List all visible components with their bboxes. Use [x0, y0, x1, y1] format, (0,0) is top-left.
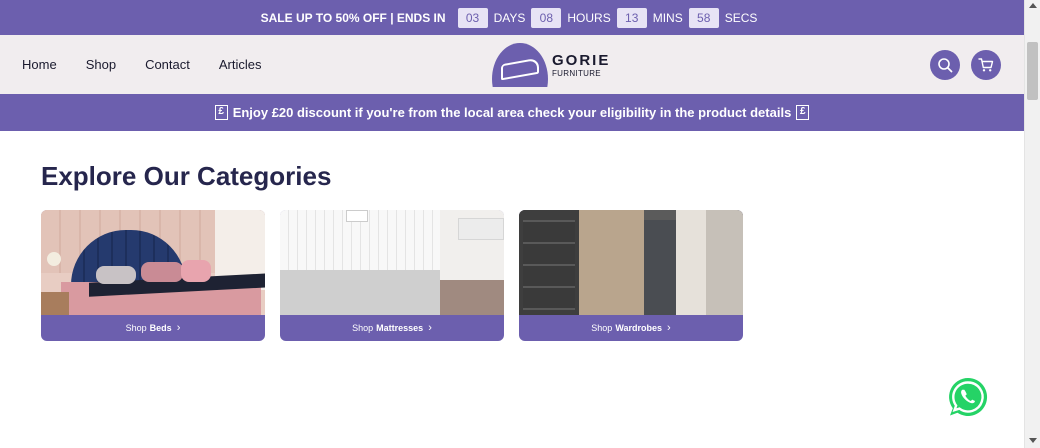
- shop-beds-prefix: Shop: [125, 323, 147, 333]
- beds-image: [41, 210, 265, 315]
- shop-mattresses-prefix: Shop: [352, 323, 374, 333]
- scrollbar-thumb[interactable]: [1027, 42, 1038, 100]
- countdown-days-value: 03: [457, 7, 488, 28]
- promo-text: Enjoy £20 discount if you're from the lo…: [232, 105, 792, 120]
- category-card-wardrobes[interactable]: Shop Wardrobes ›: [519, 210, 743, 341]
- whatsapp-icon: [949, 377, 988, 416]
- scroll-up-arrow-icon[interactable]: [1029, 3, 1037, 8]
- pound-icon-left: £: [214, 105, 228, 120]
- whatsapp-chat-button[interactable]: [947, 376, 989, 418]
- logo-bed-icon: [492, 43, 548, 87]
- countdown-days-label: DAYS: [493, 10, 526, 25]
- nav-contact[interactable]: Contact: [145, 57, 190, 72]
- shop-mattresses-link[interactable]: Shop Mattresses ›: [280, 315, 504, 341]
- scroll-down-arrow-icon[interactable]: [1029, 438, 1037, 443]
- search-button[interactable]: [930, 50, 960, 80]
- local-discount-banner: £ Enjoy £20 discount if you're from the …: [0, 94, 1024, 131]
- countdown-secs-label: SECS: [724, 10, 758, 25]
- shop-wardrobes-name: Wardrobes: [615, 323, 663, 333]
- site-header: Home Shop Contact Articles GORIE FURNITU…: [0, 35, 1024, 94]
- shop-mattresses-name: Mattresses: [376, 323, 424, 333]
- sale-text: SALE UP TO 50% OFF | ENDS IN: [260, 10, 446, 25]
- main-nav: Home Shop Contact Articles: [22, 57, 291, 72]
- category-card-beds[interactable]: Shop Beds ›: [41, 210, 265, 341]
- countdown-mins-label: MINS: [652, 10, 683, 25]
- shop-beds-link[interactable]: Shop Beds ›: [41, 315, 265, 341]
- wardrobes-image: [519, 210, 743, 315]
- pound-icon-right: £: [796, 105, 810, 120]
- categories-title: Explore Our Categories: [41, 161, 332, 191]
- shop-beds-name: Beds: [149, 323, 172, 333]
- logo-subtitle: FURNITURE: [552, 69, 601, 78]
- sale-countdown-bar: SALE UP TO 50% OFF | ENDS IN 03 DAYS 08 …: [0, 0, 1024, 35]
- cart-button[interactable]: [971, 50, 1001, 80]
- shop-wardrobes-link[interactable]: Shop Wardrobes ›: [519, 315, 743, 341]
- search-icon: [938, 58, 953, 73]
- nav-shop[interactable]: Shop: [86, 57, 116, 72]
- mattresses-image: [280, 210, 504, 315]
- countdown-hours-label: HOURS: [567, 10, 611, 25]
- logo-text: GORIE FURNITURE: [552, 53, 610, 79]
- page-scrollbar[interactable]: [1024, 0, 1040, 448]
- shop-wardrobes-prefix: Shop: [591, 323, 613, 333]
- countdown-mins-value: 13: [616, 7, 647, 28]
- main-content: Explore Our Categories Shop Beds › Shop …: [0, 161, 1024, 341]
- category-cards: Shop Beds › Shop Mattresses › Shop Wardr…: [41, 210, 1024, 341]
- page: SALE UP TO 50% OFF | ENDS IN 03 DAYS 08 …: [0, 0, 1024, 448]
- logo-name: GORIE: [552, 52, 611, 69]
- category-card-mattresses[interactable]: Shop Mattresses ›: [280, 210, 504, 341]
- nav-home[interactable]: Home: [22, 57, 57, 72]
- countdown-hours-value: 08: [531, 7, 562, 28]
- header-actions: [919, 50, 1001, 80]
- chevron-right-icon: ›: [667, 322, 671, 334]
- cart-icon: [978, 58, 994, 72]
- site-logo[interactable]: GORIE FURNITURE: [492, 43, 610, 87]
- chevron-right-icon: ›: [428, 322, 432, 334]
- chevron-right-icon: ›: [176, 322, 181, 334]
- countdown-secs-value: 58: [688, 7, 719, 28]
- nav-articles[interactable]: Articles: [219, 57, 262, 72]
